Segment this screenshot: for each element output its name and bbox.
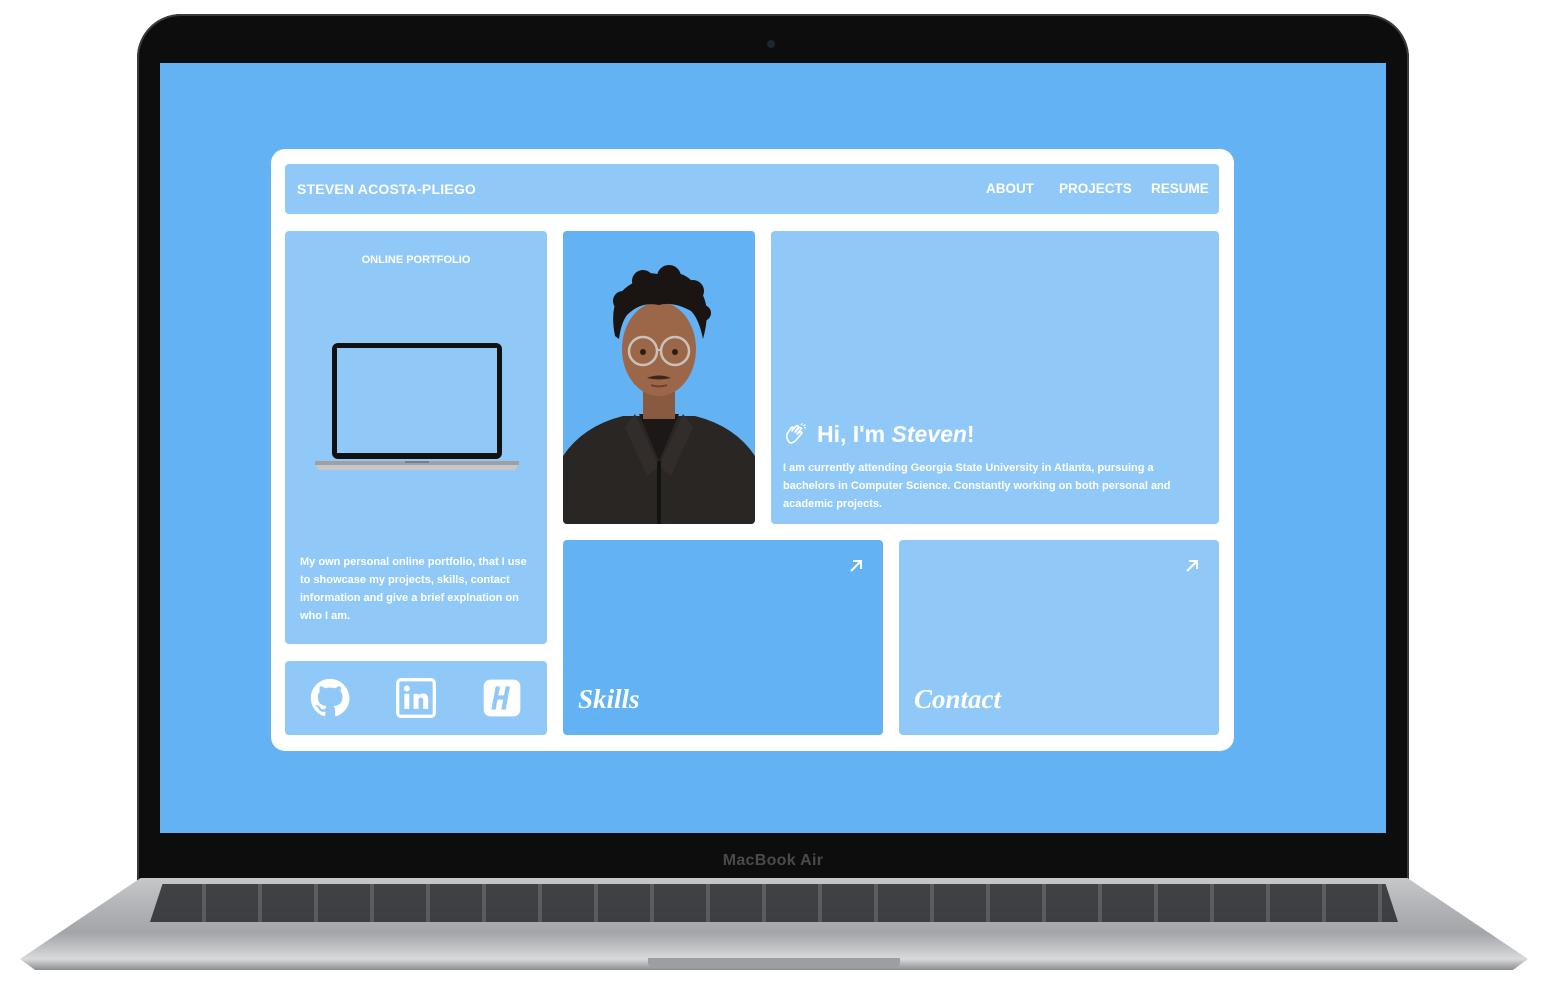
arrow-up-right-icon — [850, 560, 862, 572]
profile-photo — [563, 231, 755, 524]
camera-dot — [767, 40, 775, 48]
brand-name[interactable]: STEVEN ACOSTA-PLIEGO — [297, 181, 476, 197]
linkedin-icon[interactable] — [396, 678, 436, 718]
nav-about-link[interactable]: ABOUT — [986, 181, 1034, 196]
skills-tile[interactable]: Skills — [563, 540, 883, 735]
portfolio-frame: STEVEN ACOSTA-PLIEGO ABOUT PROJECTS RESU… — [271, 149, 1234, 751]
portfolio-card: ONLINE PORTFOLIO My own personal online … — [285, 231, 547, 644]
clapping-hands-icon — [786, 422, 807, 444]
skills-title: Skills — [578, 684, 640, 714]
nav-projects-link[interactable]: PROJECTS — [1059, 181, 1132, 196]
greeting-row: Hi, I'm Steven! — [783, 421, 975, 448]
bezel-label: MacBook Air — [722, 852, 824, 869]
greeting-name: Steven — [891, 421, 967, 447]
portfolio-title: ONLINE PORTFOLIO — [361, 254, 471, 266]
social-links-card — [285, 661, 547, 735]
laptop-illustration — [315, 343, 519, 470]
navbar: STEVEN ACOSTA-PLIEGO ABOUT PROJECTS RESU… — [285, 164, 1219, 214]
handshake-icon[interactable] — [482, 678, 522, 718]
contact-tile[interactable]: Contact — [899, 540, 1219, 735]
arrow-up-right-icon — [1186, 560, 1198, 572]
github-icon[interactable] — [310, 678, 350, 718]
laptop-screen: STEVEN ACOSTA-PLIEGO ABOUT PROJECTS RESU… — [160, 63, 1386, 833]
contact-title: Contact — [914, 684, 1002, 714]
portfolio-description: My own personal online portfolio, that I… — [300, 556, 527, 622]
keyboard — [150, 884, 1398, 922]
nav-resume-link[interactable]: RESUME — [1151, 181, 1209, 196]
portrait-illustration — [563, 231, 755, 524]
trackpad-notch — [648, 958, 900, 968]
intro-description: I am currently attending Georgia State U… — [783, 462, 1171, 510]
greeting-heading: Hi, I'm Steven! — [817, 421, 975, 447]
intro-card: Hi, I'm Steven! I am currently attending… — [771, 231, 1219, 524]
